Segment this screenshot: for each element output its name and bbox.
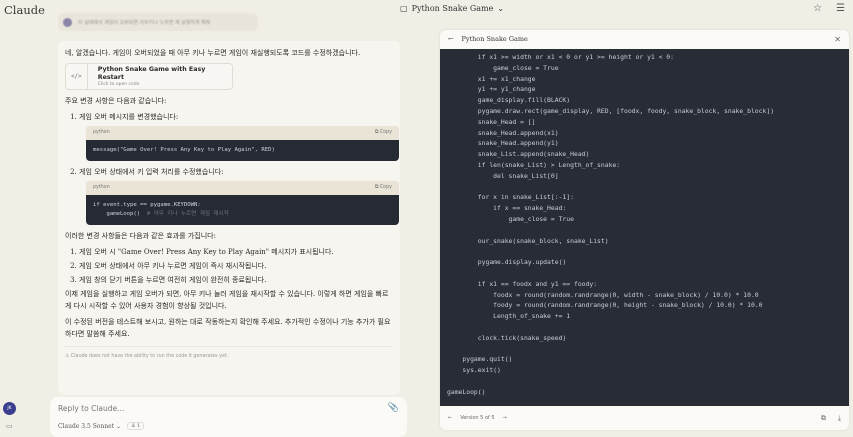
code-comment: # 아무 키나 누르면 게임 재시작 [146,211,229,217]
model-name: Claude 3.5 Sonnet [58,422,115,430]
close-icon[interactable]: ✕ [834,35,841,44]
code-content: message("Game Over! Press Any Key to Pla… [86,140,399,161]
user-message-text: 이 상태에서 게임이 오버되면 아무키나 누르면 재 실행하게 해줘 [78,19,211,26]
code-line: sys.exit() [447,366,501,375]
code-lang: python [93,130,110,135]
settings-icon[interactable]: ☰ [836,3,845,14]
artifact-card[interactable]: </> Python Snake Game with Easy Restart … [65,63,233,90]
change-item: 게임 오버 메시지를 변경했습니다: python ⧉ Copy message(… [79,111,399,161]
code-lang: python [93,185,110,190]
code-line: snake_Head = [] [447,117,536,126]
panel-title: Python Snake Game [461,35,528,43]
copy-label: Copy [379,130,392,135]
effect-item: 게임 창의 닫기 버튼을 누르면 여전히 게임이 완전히 종료됩니다. [79,274,393,286]
attach-icon[interactable]: 📎 [388,403,399,413]
warning-icon: ⚠ [65,354,70,359]
warning-note: ⚠ Claude does not have the ability to ru… [65,346,393,363]
paragraph: 이제 게임을 실행하고 게임 오버가 되면, 아무 키나 눌러 게임을 재시작할… [65,290,389,310]
copy-icon[interactable]: ⧉ [821,414,826,423]
code-line: foody = round(random.randrange(0, height… [447,301,763,310]
copy-button[interactable]: ⧉ Copy [375,127,392,139]
attachments-count[interactable]: ♙ 1 [127,422,145,430]
chevron-down-icon: ⌄ [497,4,505,13]
code-line: snake_List.append(snake_Head) [447,150,590,159]
code-line: foodx = round(random.randrange(0, width … [447,290,759,299]
download-icon[interactable]: ⤓ [838,414,841,423]
code-line: game_close = True [447,63,559,72]
artifact-panel: ← Python Snake Game ✕ if x1 >= width or … [440,30,849,430]
code-line: if len(snake_List) > Length_of_snake: [447,160,621,169]
change-label: 게임 오버 메시지를 변경했습니다: [79,113,179,121]
sidebar-toggle-icon[interactable]: ▭ [6,422,13,430]
code-line: game_display.fill(BLACK) [447,96,571,105]
intro-text: 네, 알겠습니다. 게임이 오버되었을 때 아무 키나 누르면 게임이 재실행되… [65,49,361,57]
paragraph: 이 수정된 버전을 테스트해 보시고, 원하는 대로 작동하는지 확인해 주세요… [65,318,391,338]
star-icon[interactable]: ☆ [813,3,822,14]
code-line: snake_Head.append(y1) [447,139,559,148]
chat-title-menu[interactable]: ▢ Python Snake Game ⌄ [400,4,504,13]
code-block: python ⧉ Copy message("Game Over! Press A… [86,126,399,161]
code-view: if x1 >= width or x1 < 0 or y1 >= height… [440,49,849,406]
code-line: our_snake(snake_block, snake_List) [447,236,609,245]
code-line: pygame.quit() [447,355,513,364]
reply-placeholder: Reply to Claude... [58,404,125,413]
change-label: 게임 오버 상태에서 키 입력 처리를 수정했습니다: [79,168,224,176]
code-line: if x1 == foodx and y1 == foody: [447,279,598,288]
assistant-message: 네, 알겠습니다. 게임이 오버되었을 때 아무 키나 누르면 게임이 재실행되… [58,41,400,395]
code-line: x1 += x1_change [447,74,536,83]
artifact-subtitle: Click to open code [97,81,140,87]
user-avatar[interactable]: JK [3,402,16,415]
code-line: pygame.draw.rect(game_display, RED, [foo… [447,106,775,115]
effect-item: 게임 오버 상태에서 아무 키나 누르면 게임이 즉시 재시작됩니다. [79,260,393,272]
artifact-title: Python Snake Game with Easy Restart [97,65,206,81]
reply-input[interactable]: Reply to Claude... 📎 Claude 3.5 Sonnet ⌄… [50,397,407,437]
code-line: Length_of_snake += 1 [447,312,571,321]
change-item: 게임 오버 상태에서 키 입력 처리를 수정했습니다: python ⧉ Copy… [79,166,399,225]
code-block: python ⧉ Copy if event.type == pygame.KEY… [86,181,399,225]
code-content: if event.type == pygame.KEYDOWN: gameLoo… [86,195,399,225]
code-line: snake_Head.append(x1) [447,128,559,137]
chat-icon: ▢ [400,4,408,13]
code-line: gameLoop() [447,387,486,396]
copy-button[interactable]: ⧉ Copy [375,182,392,194]
code-icon: </> [66,64,88,89]
version-label: Version 5 of 5 [460,415,495,421]
chat-title: Python Snake Game [411,4,494,13]
warning-text: Claude does not have the ability to run … [70,354,229,359]
claude-logo[interactable]: Claude [4,3,45,17]
code-line: clock.tick(snake_speed) [447,333,567,342]
next-version-icon[interactable]: → [503,415,507,421]
code-line: for x in snake_List[:-1]: [447,193,574,202]
copy-label: Copy [379,185,392,190]
code-line: pygame.display.update() [447,258,567,267]
code-line: y1 += y1_change [447,85,536,94]
code-line: if x1 >= width or x1 < 0 or y1 >= height… [447,53,675,61]
user-message: 이 상태에서 게임이 오버되면 아무키나 누르면 재 실행하게 해줘 [58,13,258,31]
code-line: del snake_List[0] [447,171,559,180]
code-line: if x == snake_Head: [447,204,567,213]
count-value: 1 [137,423,141,429]
code-line: game_close = True [447,214,574,223]
back-arrow-icon[interactable]: ← [448,35,453,43]
model-selector[interactable]: Claude 3.5 Sonnet ⌄ [58,423,121,430]
effect-item: 게임 오버 시 "Game Over! Press Any Key to Pla… [79,246,393,258]
prev-version-icon[interactable]: ← [448,415,452,421]
chevron-down-icon: ⌄ [116,422,122,430]
user-avatar [63,17,72,27]
effects-heading: 이러한 변경 사항들은 다음과 같은 효과를 가집니다: [65,232,216,240]
changes-heading: 주요 변경 사항은 다음과 같습니다: [65,97,167,105]
